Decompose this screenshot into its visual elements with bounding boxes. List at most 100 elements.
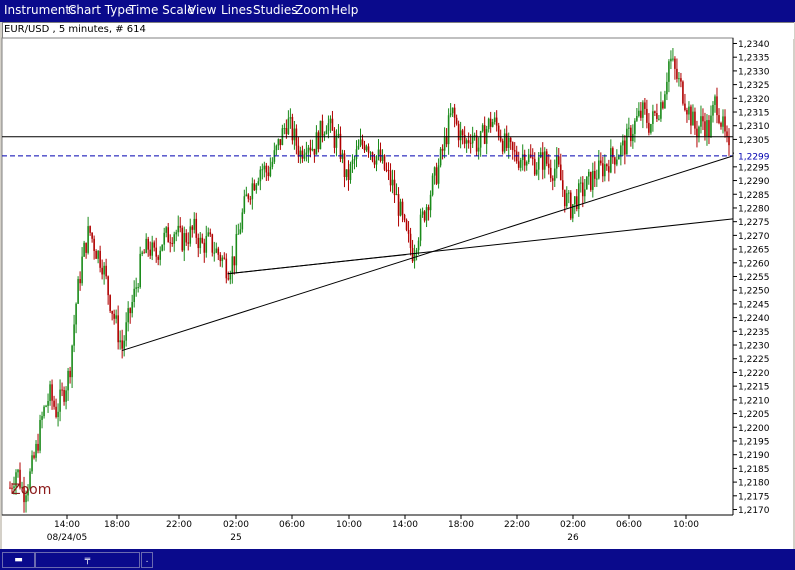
candle-body	[347, 169, 350, 180]
candle-body	[521, 154, 524, 160]
candle-body	[207, 232, 210, 236]
candle-body	[93, 238, 95, 251]
candle-body	[668, 61, 670, 82]
candle-body	[43, 406, 45, 417]
candle-body	[101, 267, 103, 275]
candle-body	[497, 125, 500, 137]
candle-body	[165, 227, 168, 233]
candle-body	[481, 125, 484, 132]
candle-body	[493, 117, 496, 122]
candle-body	[537, 157, 540, 170]
candle-body	[563, 189, 566, 207]
y-tick-label: 1,2320	[738, 95, 770, 105]
candle-body	[111, 310, 113, 314]
candle-body	[592, 170, 594, 190]
x-tick-label: 10:00	[673, 520, 699, 530]
candle-body	[335, 135, 338, 148]
candle-body	[177, 225, 180, 233]
candle-body	[700, 116, 702, 127]
candle-body	[469, 142, 472, 144]
candle-body	[87, 226, 89, 253]
candle-body	[265, 165, 268, 173]
candle-body	[664, 94, 666, 109]
candle-body	[696, 128, 698, 138]
candle-body	[403, 214, 406, 220]
candle-body	[443, 136, 446, 151]
candle-body	[479, 131, 482, 148]
candle-body	[616, 159, 618, 165]
candle-body	[285, 128, 288, 135]
candle-body	[47, 400, 49, 406]
y-tick-label: 1,2235	[738, 328, 770, 338]
candle-body	[69, 370, 71, 378]
x-tick-sublabel: 26	[567, 533, 579, 543]
candle-body	[676, 68, 678, 79]
candle-body	[433, 167, 436, 176]
candle-body	[590, 171, 592, 190]
candle-body	[549, 167, 552, 179]
candle-body	[535, 169, 538, 175]
candle-body	[648, 122, 650, 133]
candle-body	[301, 150, 304, 159]
candle-body	[644, 102, 646, 109]
y-tick-label: 1,2175	[738, 492, 770, 502]
candle-body	[67, 370, 69, 391]
candle-body	[405, 219, 408, 230]
candle-body	[37, 443, 39, 451]
candle-body	[97, 250, 99, 259]
y-tick-label: 1,2250	[738, 287, 770, 297]
candle-body	[169, 242, 172, 244]
candle-body	[237, 233, 240, 235]
candle-body	[487, 118, 490, 130]
candle-body	[211, 234, 214, 253]
candle-body	[81, 256, 83, 284]
candle-body	[569, 192, 572, 219]
candle-body	[71, 345, 73, 378]
candle-body	[491, 121, 494, 127]
price-chart[interactable]: 1,2340 1,2335 1,2330 1,2325 1,2320 1,2315 1,23…	[0, 0, 795, 549]
x-tick-label: 14:00	[392, 520, 418, 530]
candle-body	[411, 247, 414, 262]
candle-body	[119, 340, 121, 343]
candle-body	[678, 78, 680, 80]
candle-body	[379, 149, 382, 161]
candle-body	[624, 140, 626, 155]
candle-body	[33, 455, 35, 458]
candle-body	[345, 169, 348, 178]
candle-body	[263, 165, 266, 170]
candle-body	[121, 340, 123, 349]
candle-body	[75, 303, 77, 325]
candle-body	[533, 158, 536, 175]
candle-body	[694, 111, 696, 129]
candle-body	[209, 232, 212, 235]
candle-body	[666, 81, 668, 95]
candle-body	[279, 139, 282, 145]
candle-body	[660, 102, 662, 119]
candle-body	[519, 159, 522, 168]
candle-body	[175, 232, 178, 235]
candle-body	[551, 178, 554, 181]
candle-body	[654, 111, 656, 114]
candle-body	[351, 160, 354, 165]
candle-body	[309, 147, 312, 151]
candle-body	[203, 242, 206, 253]
candle-body	[634, 120, 636, 134]
candle-body	[575, 196, 578, 209]
candle-body	[579, 182, 582, 184]
candle-body	[317, 132, 320, 150]
y-tick-label: 1,2315	[738, 109, 770, 119]
candle-body	[189, 226, 192, 244]
candle-body	[199, 237, 202, 249]
candle-body	[650, 123, 652, 133]
candle-body	[375, 155, 378, 165]
candle-body	[465, 140, 468, 144]
y-tick-label: 1,2290	[738, 177, 770, 187]
plot-background	[1, 37, 734, 516]
candle-body	[646, 108, 648, 123]
candle-body	[219, 254, 222, 262]
candle-body	[622, 140, 624, 146]
candle-body	[682, 81, 684, 104]
candle-body	[195, 218, 198, 238]
zoom-label[interactable]: Zoom	[11, 482, 51, 498]
candle-body	[17, 469, 19, 473]
